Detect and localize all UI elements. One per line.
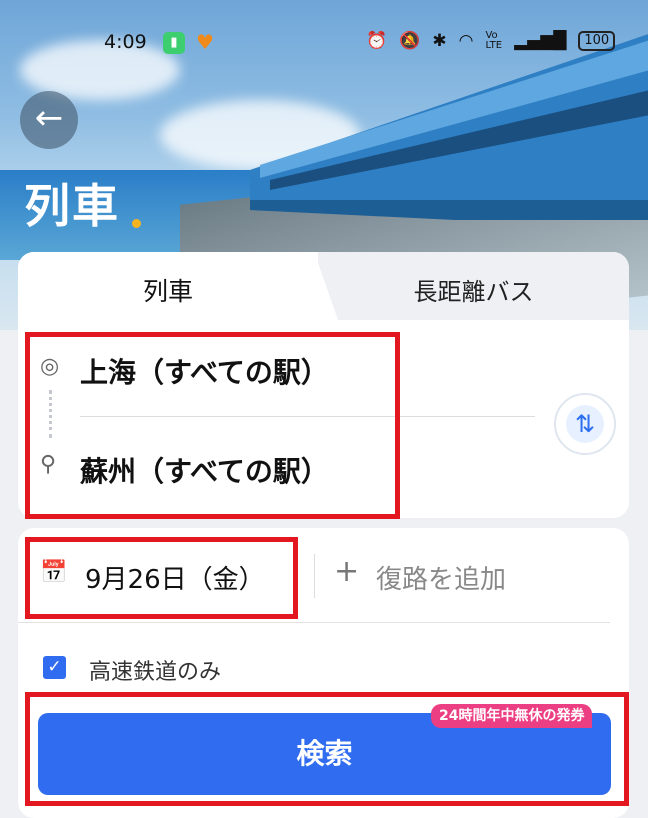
vertical-divider — [314, 554, 315, 598]
highlight-box-search — [25, 692, 629, 806]
highlight-box-date — [25, 537, 298, 619]
plus-icon[interactable]: + — [334, 554, 359, 589]
train-illustration — [250, 34, 648, 220]
arrow-left-icon: ← — [34, 98, 64, 138]
tab-label: 長距離バス — [413, 278, 534, 306]
add-return-trip[interactable]: 復路を追加 — [376, 559, 506, 596]
page-title: 列車 — [24, 179, 120, 233]
highlight-box-route — [25, 332, 400, 519]
alarm-icon: ⏰ — [366, 31, 388, 51]
mode-tabs: 長距離バス 列車 — [18, 252, 629, 320]
high-speed-only-checkbox[interactable]: ✓ — [43, 656, 66, 679]
signal-icon: ▂▄▆█ — [514, 31, 567, 51]
high-speed-only-label[interactable]: 高速鉄道のみ — [89, 654, 221, 686]
app-orange-heart-icon: ♥ — [196, 30, 214, 54]
tab-long-distance-bus[interactable]: 長距離バス — [318, 252, 629, 320]
swap-stations-button[interactable]: ⇅ — [554, 393, 616, 455]
horizontal-divider — [18, 622, 610, 623]
status-time: 4:09 — [104, 31, 147, 53]
back-button[interactable]: ← — [20, 91, 78, 149]
status-bar: 4:09 ▮ ♥ ⏰ 🔕 ✱ ◠ Vo LTE ▂▄▆█ 100 — [0, 28, 648, 58]
status-icons: ⏰ 🔕 ✱ ◠ Vo LTE ▂▄▆█ 100 — [366, 30, 616, 51]
battery-icon: 100 — [578, 31, 616, 51]
volte-icon: Vo LTE — [485, 30, 503, 51]
app-green-icon: ▮ — [163, 32, 185, 54]
mute-icon: 🔕 — [399, 31, 421, 51]
tab-train[interactable]: 列車 — [18, 252, 318, 320]
title-accent-dot — [132, 219, 141, 228]
tab-label: 列車 — [142, 277, 193, 306]
bluetooth-icon: ✱ — [432, 31, 447, 51]
train-swap-icon: ⇅ — [566, 405, 604, 443]
wifi-icon: ◠ — [458, 31, 474, 51]
